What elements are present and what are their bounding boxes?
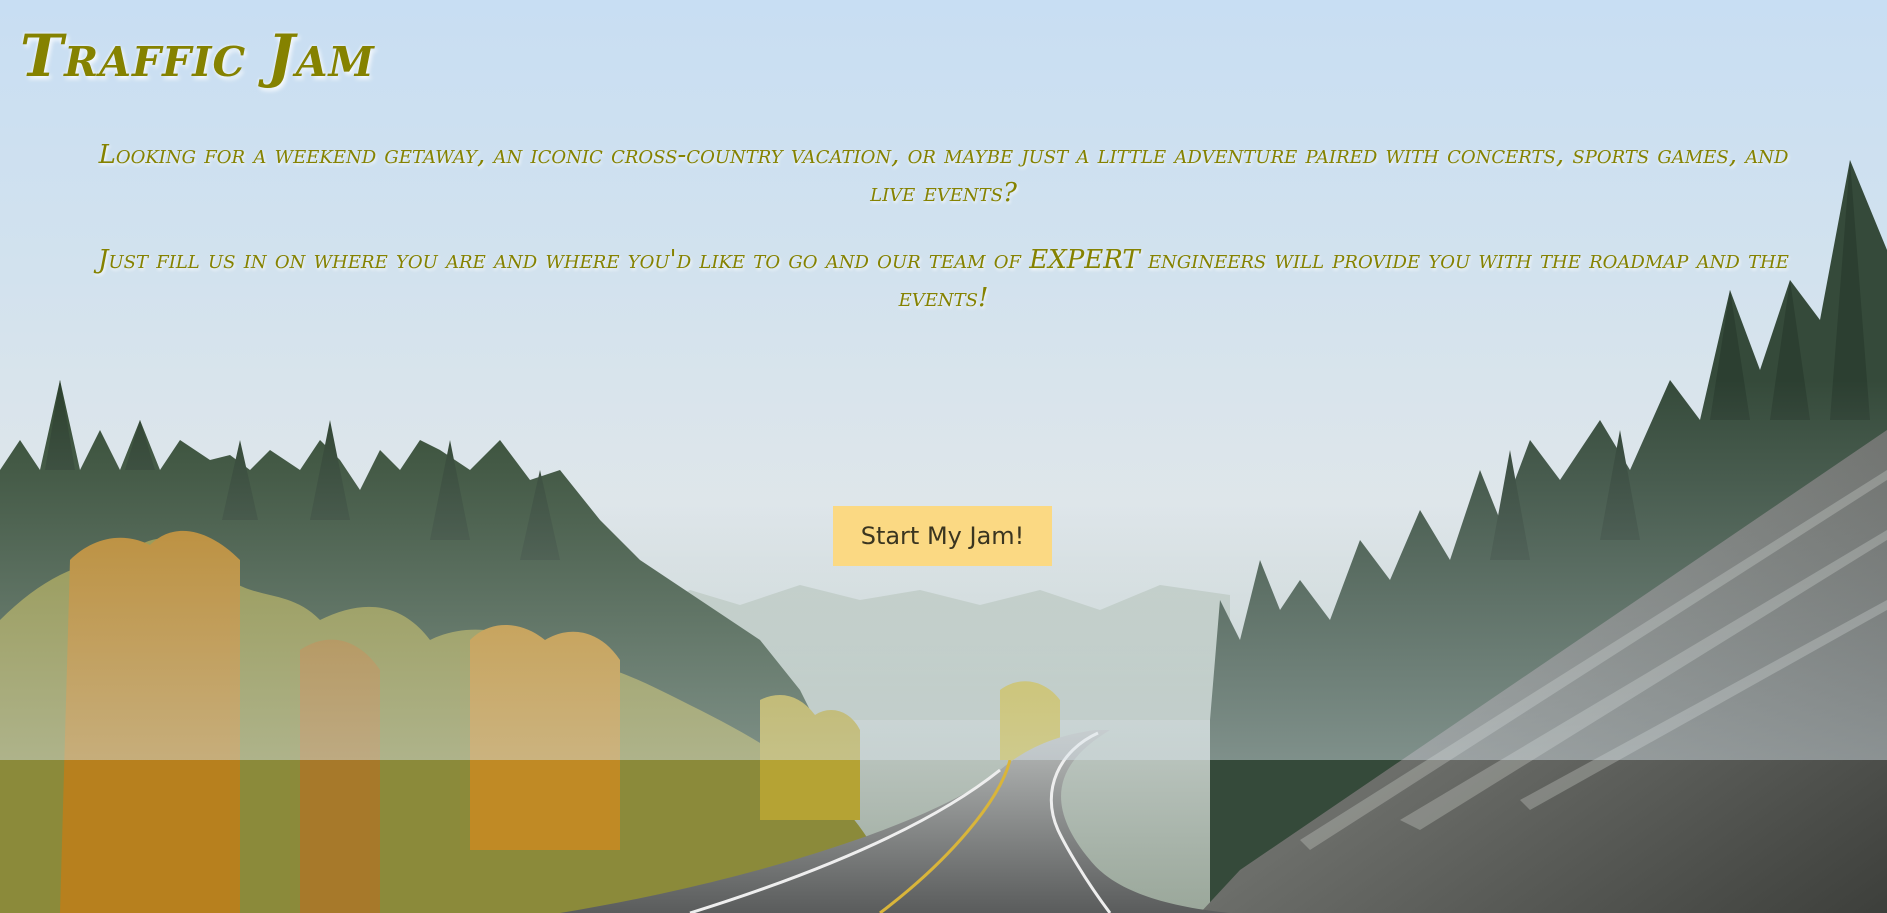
site-title: Traffic Jam	[20, 22, 375, 90]
intro-paragraph-getaway: Looking for a weekend getaway, an iconic…	[98, 140, 1789, 208]
intro-paragraph-instructions: Just fill us in on where you are and whe…	[98, 245, 1789, 313]
start-my-jam-button[interactable]: Start My Jam!	[833, 506, 1052, 566]
